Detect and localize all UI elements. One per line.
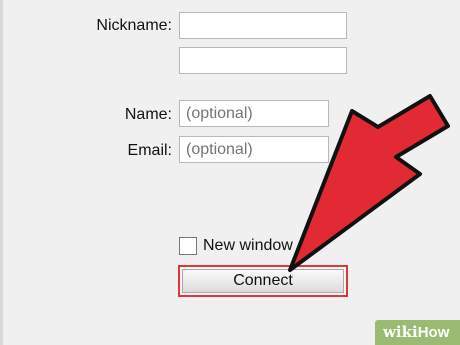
watermark-wiki: wiki: [383, 323, 418, 341]
watermark-how: How: [417, 324, 450, 341]
connect-dialog: Nickname: Name: Email: New window Connec…: [0, 0, 460, 345]
wikihow-watermark: wikiHow: [375, 320, 460, 345]
red-arrow-icon: [288, 94, 450, 272]
arrow-shape: [288, 94, 450, 272]
